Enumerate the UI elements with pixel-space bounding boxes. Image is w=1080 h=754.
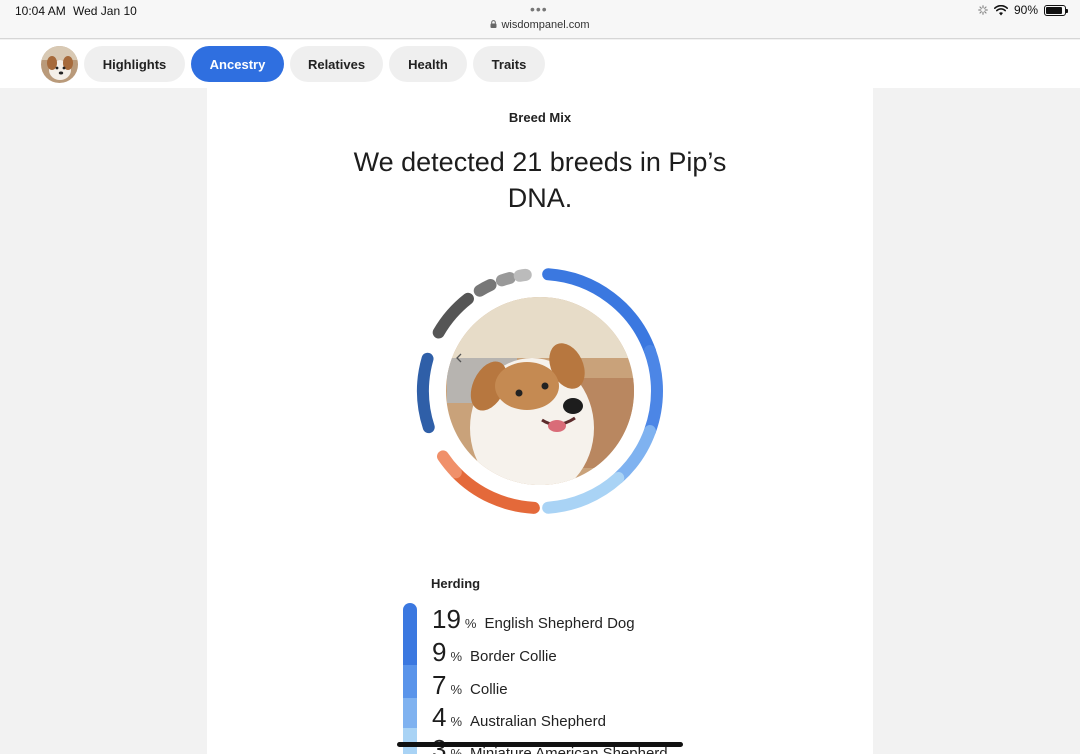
list-item[interactable]: 9 % Border Collie: [432, 637, 557, 668]
battery-icon: [1044, 4, 1068, 16]
activity-icon: [978, 5, 988, 15]
breed-percent: 19: [432, 604, 461, 634]
tab-relatives[interactable]: Relatives: [290, 46, 383, 82]
ring-segment-gray-1[interactable]: [432, 292, 474, 339]
breed-mix-card: Breed Mix We detected 21 breeds in Pip’s…: [207, 88, 873, 754]
lock-icon: [490, 20, 497, 28]
wifi-icon: [993, 4, 1008, 15]
ring-segment-gray-4[interactable]: [513, 268, 532, 282]
breed-percent: 9: [432, 637, 447, 667]
more-dots-icon[interactable]: •••: [530, 2, 548, 16]
tab-ancestry[interactable]: Ancestry: [191, 46, 284, 82]
dog-avatar[interactable]: [41, 46, 78, 83]
status-bar: 10:04 AM Wed Jan 10 ••• wisdompanel.com …: [0, 0, 1080, 39]
section-eyebrow: Breed Mix: [508, 110, 572, 125]
status-indicators: 90%: [978, 3, 1068, 17]
percent-unit: %: [450, 714, 463, 729]
breed-name: English Shepherd Dog: [484, 615, 635, 632]
breed-percent: 4: [432, 702, 447, 732]
list-item[interactable]: 4 % Australian Shepherd: [432, 702, 606, 733]
battery-percent: 90%: [1013, 3, 1038, 17]
status-time: 10:04 AM: [15, 4, 66, 18]
page-title: We detected 21 breeds in Pip’s DNA.: [353, 147, 727, 213]
percent-unit: %: [450, 682, 463, 697]
tab-health[interactable]: Health: [389, 46, 467, 82]
breed-name: Collie: [470, 681, 508, 698]
breed-name: Australian Shepherd: [470, 713, 606, 730]
group-title-herding: Herding: [431, 576, 481, 591]
list-item[interactable]: 7 % Collie: [432, 670, 508, 701]
breed-ring-chart[interactable]: [407, 258, 673, 524]
ring-segment-gray-3[interactable]: [495, 271, 516, 287]
scroll-indicator[interactable]: [397, 742, 683, 747]
percent-unit: %: [450, 746, 463, 754]
status-date: Wed Jan 10: [73, 4, 137, 18]
breed-percent: 7: [432, 670, 447, 700]
section-nav: Highlights Ancestry Relatives Health Tra…: [0, 40, 1080, 88]
list-item[interactable]: 19 % English Shepherd Dog: [432, 604, 635, 635]
percent-unit: %: [450, 649, 463, 664]
ring-segment-herding-3[interactable]: [612, 425, 656, 484]
ring-segment-herding-2[interactable]: [643, 344, 663, 438]
breed-name: Border Collie: [470, 648, 557, 665]
herding-bar: [403, 603, 417, 754]
percent-unit: %: [464, 616, 477, 631]
dog-photo: [446, 297, 634, 485]
ring-segment-orange-2[interactable]: [437, 450, 462, 479]
tab-highlights[interactable]: Highlights: [84, 46, 185, 82]
ring-segment-blue[interactable]: [417, 352, 435, 434]
tab-traits[interactable]: Traits: [473, 46, 545, 82]
url-text: wisdompanel.com: [501, 19, 590, 31]
ring-segment-gray-2[interactable]: [473, 278, 497, 297]
address-bar[interactable]: wisdompanel.com: [0, 19, 1080, 31]
